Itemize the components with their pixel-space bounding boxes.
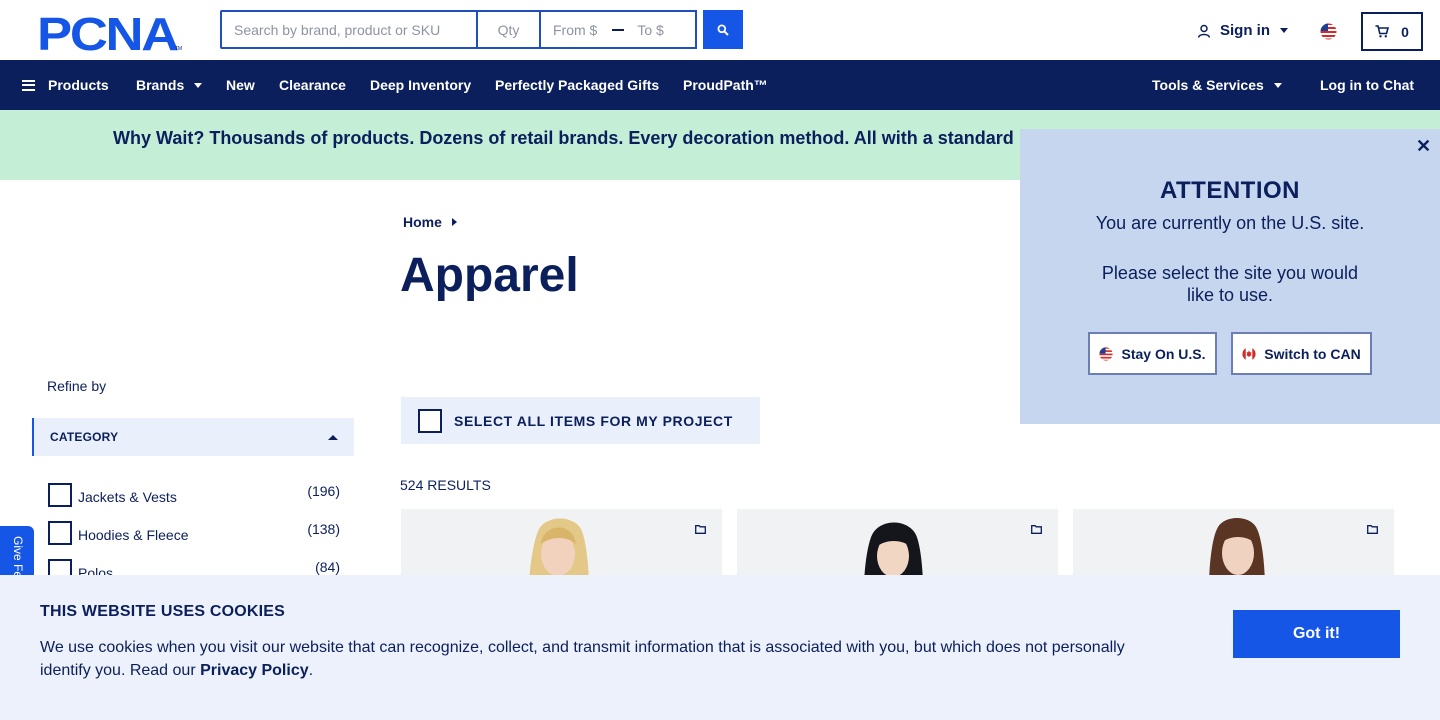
- breadcrumb: Home: [403, 214, 457, 230]
- chevron-down-icon: [1280, 28, 1288, 33]
- logo-text: PCNA: [37, 13, 178, 51]
- cookie-heading: THIS WEBSITE USES COOKIES: [40, 603, 286, 620]
- stay-on-us-button[interactable]: Stay On U.S.: [1088, 332, 1217, 375]
- chevron-down-icon: [194, 82, 203, 88]
- promo-banner-text[interactable]: Why Wait? Thousands of products. Dozens …: [113, 128, 1014, 149]
- switch-to-can-button[interactable]: Switch to CAN: [1231, 332, 1372, 375]
- cookie-banner: THIS WEBSITE USES COOKIES We use cookies…: [0, 575, 1440, 720]
- sign-in-label: Sign in: [1220, 22, 1270, 39]
- nav-log-in-to-chat[interactable]: Log in to Chat: [1320, 60, 1414, 110]
- site-header: PCNA TM Search by brand, product or SKU …: [0, 0, 1440, 60]
- user-icon: [1197, 24, 1211, 38]
- search-form: Search by brand, product or SKU Qty From…: [220, 10, 697, 49]
- search-placeholder: Search by brand, product or SKU: [234, 21, 441, 38]
- select-all-checkbox[interactable]: [418, 408, 442, 433]
- price-range-input[interactable]: From $ To $: [541, 10, 697, 49]
- page-title: Apparel: [400, 249, 579, 302]
- chevron-right-icon: [451, 218, 457, 226]
- nav-proudpath[interactable]: ProudPath™: [683, 60, 768, 110]
- nav-tools-services[interactable]: Tools & Services: [1152, 60, 1282, 110]
- main-nav: Products Brands New Clearance Deep Inven…: [0, 60, 1440, 110]
- qty-input[interactable]: Qty: [478, 10, 541, 49]
- us-flag-icon: [1099, 346, 1114, 361]
- price-to-placeholder[interactable]: To $: [637, 22, 663, 38]
- cart-icon: [1375, 25, 1390, 38]
- category-count: (138): [307, 521, 340, 537]
- search-icon: [717, 24, 729, 36]
- privacy-policy-link[interactable]: Privacy Policy: [200, 662, 309, 679]
- select-all-items[interactable]: SELECT ALL ITEMS FOR MY PROJECT: [401, 397, 760, 444]
- add-to-project-icon[interactable]: [1367, 525, 1378, 534]
- nav-perfectly-packaged-gifts[interactable]: Perfectly Packaged Gifts: [495, 60, 659, 110]
- category-name: Jackets & Vests: [78, 489, 177, 505]
- cookie-body-tail: .: [308, 662, 314, 679]
- add-to-project-icon[interactable]: [695, 525, 706, 534]
- nav-new[interactable]: New: [226, 60, 255, 110]
- category-checkbox[interactable]: [48, 521, 72, 545]
- results-count: 524 RESULTS: [400, 477, 491, 493]
- switch-to-can-label: Switch to CAN: [1264, 345, 1361, 362]
- popup-heading: ATTENTION: [1159, 177, 1301, 204]
- refine-by-label: Refine by: [47, 378, 107, 394]
- select-all-label: SELECT ALL ITEMS FOR MY PROJECT: [454, 412, 733, 429]
- nav-brands-label: Brands: [136, 77, 185, 93]
- category-name: Hoodies & Fleece: [78, 527, 189, 543]
- breadcrumb-home[interactable]: Home: [403, 214, 442, 230]
- search-button[interactable]: [703, 10, 743, 49]
- nav-products-label: Products: [48, 77, 109, 93]
- price-from-placeholder[interactable]: From $: [553, 22, 597, 38]
- qty-placeholder: Qty: [497, 21, 520, 38]
- cart-button[interactable]: 0: [1361, 12, 1423, 51]
- sign-in-menu[interactable]: Sign in: [1197, 22, 1288, 39]
- popup-select-site-text: Please select the site you would like to…: [1101, 263, 1359, 305]
- nav-tools-services-label: Tools & Services: [1152, 77, 1264, 93]
- logo-trademark: TM: [175, 46, 182, 51]
- site-selection-popup: ✕ ATTENTION You are currently on the U.S…: [1020, 129, 1440, 424]
- close-icon[interactable]: ✕: [1416, 137, 1431, 155]
- category-count: (196): [307, 483, 340, 499]
- nav-brands[interactable]: Brands: [136, 60, 203, 110]
- category-checkbox[interactable]: [48, 483, 72, 507]
- category-heading: CATEGORY: [50, 430, 119, 444]
- category-option[interactable]: Jackets & Vests (196): [48, 483, 340, 509]
- category-option[interactable]: Hoodies & Fleece (138): [48, 521, 340, 547]
- cart-count: 0: [1401, 23, 1409, 40]
- category-count: (84): [315, 559, 340, 575]
- search-input[interactable]: Search by brand, product or SKU: [220, 10, 478, 49]
- us-flag-icon[interactable]: [1320, 23, 1337, 40]
- chevron-up-icon: [328, 435, 338, 440]
- stay-on-us-label: Stay On U.S.: [1121, 345, 1206, 362]
- popup-current-site-text: You are currently on the U.S. site.: [1095, 213, 1365, 233]
- price-range-dash: [612, 28, 625, 31]
- cookie-accept-button[interactable]: Got it!: [1233, 610, 1400, 658]
- add-to-project-icon[interactable]: [1031, 525, 1042, 534]
- pcna-logo[interactable]: PCNA TM: [37, 13, 185, 51]
- cookie-message: We use cookies when you visit our websit…: [40, 636, 1150, 682]
- nav-clearance[interactable]: Clearance: [279, 60, 346, 110]
- menu-icon: [22, 79, 35, 91]
- chevron-down-icon: [1273, 82, 1282, 88]
- canada-flag-icon: [1242, 346, 1256, 361]
- nav-products[interactable]: Products: [22, 60, 109, 110]
- nav-deep-inventory[interactable]: Deep Inventory: [370, 60, 471, 110]
- category-filter-toggle[interactable]: CATEGORY: [32, 418, 354, 456]
